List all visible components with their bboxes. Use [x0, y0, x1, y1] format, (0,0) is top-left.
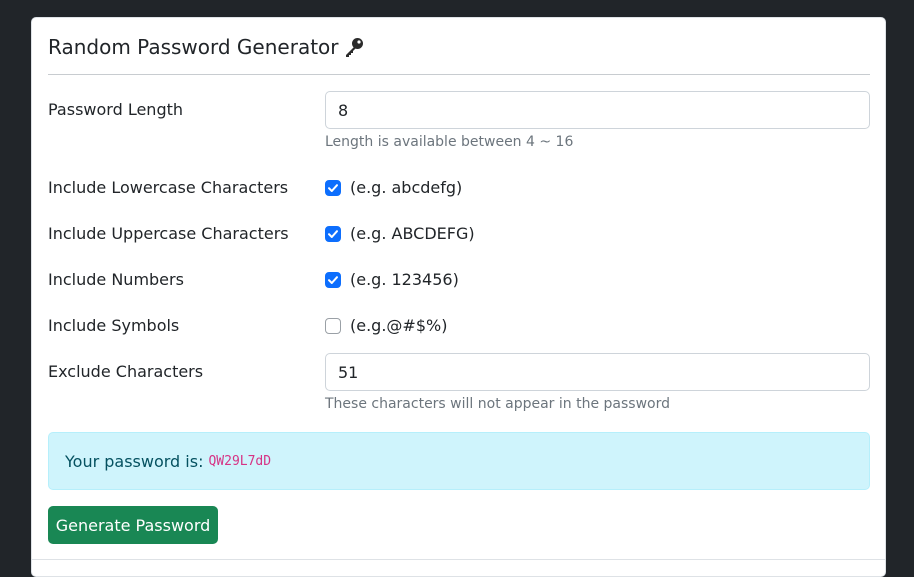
exclude-characters-label: Exclude Characters — [48, 362, 204, 381]
uppercase-label: Include Uppercase Characters — [48, 224, 289, 243]
exclude-characters-input[interactable] — [325, 353, 870, 391]
uppercase-option: (e.g. ABCDEFG) — [325, 224, 475, 244]
lowercase-hint: (e.g. abcdefg) — [350, 178, 463, 197]
page-title: Random Password Generator — [48, 35, 339, 59]
symbols-option: (e.g.@#$%) — [325, 316, 447, 336]
symbols-label: Include Symbols — [48, 316, 180, 335]
numbers-checkbox[interactable] — [325, 272, 341, 288]
card-header: Random Password Generator — [48, 34, 365, 60]
lowercase-checkbox[interactable] — [325, 180, 341, 196]
uppercase-hint: (e.g. ABCDEFG) — [350, 224, 475, 243]
card-footer-divider — [32, 559, 885, 560]
password-length-input[interactable] — [325, 91, 870, 129]
numbers-hint: (e.g. 123456) — [350, 270, 459, 289]
password-result-label: Your password is: — [65, 451, 204, 471]
password-result-alert: Your password is: QW29L7dD — [48, 432, 870, 490]
password-length-help: Length is available between 4 ~ 16 — [325, 134, 574, 150]
symbols-hint: (e.g.@#$%) — [350, 316, 448, 335]
checkmark-icon — [328, 276, 338, 284]
uppercase-checkbox[interactable] — [325, 226, 341, 242]
header-divider — [48, 74, 870, 75]
checkmark-icon — [328, 184, 338, 192]
lowercase-label: Include Lowercase Characters — [48, 178, 289, 197]
numbers-label: Include Numbers — [48, 270, 184, 289]
symbols-checkbox[interactable] — [325, 318, 341, 334]
generated-password: QW29L7dD — [208, 453, 272, 469]
generate-password-button[interactable]: Generate Password — [48, 506, 218, 544]
exclude-characters-help: These characters will not appear in the … — [325, 396, 670, 412]
password-generator-card: Random Password Generator Password Lengt… — [31, 17, 886, 577]
key-icon — [343, 36, 365, 58]
numbers-option: (e.g. 123456) — [325, 270, 459, 290]
lowercase-option: (e.g. abcdefg) — [325, 178, 462, 198]
password-length-label: Password Length — [48, 100, 184, 119]
checkmark-icon — [328, 230, 338, 238]
